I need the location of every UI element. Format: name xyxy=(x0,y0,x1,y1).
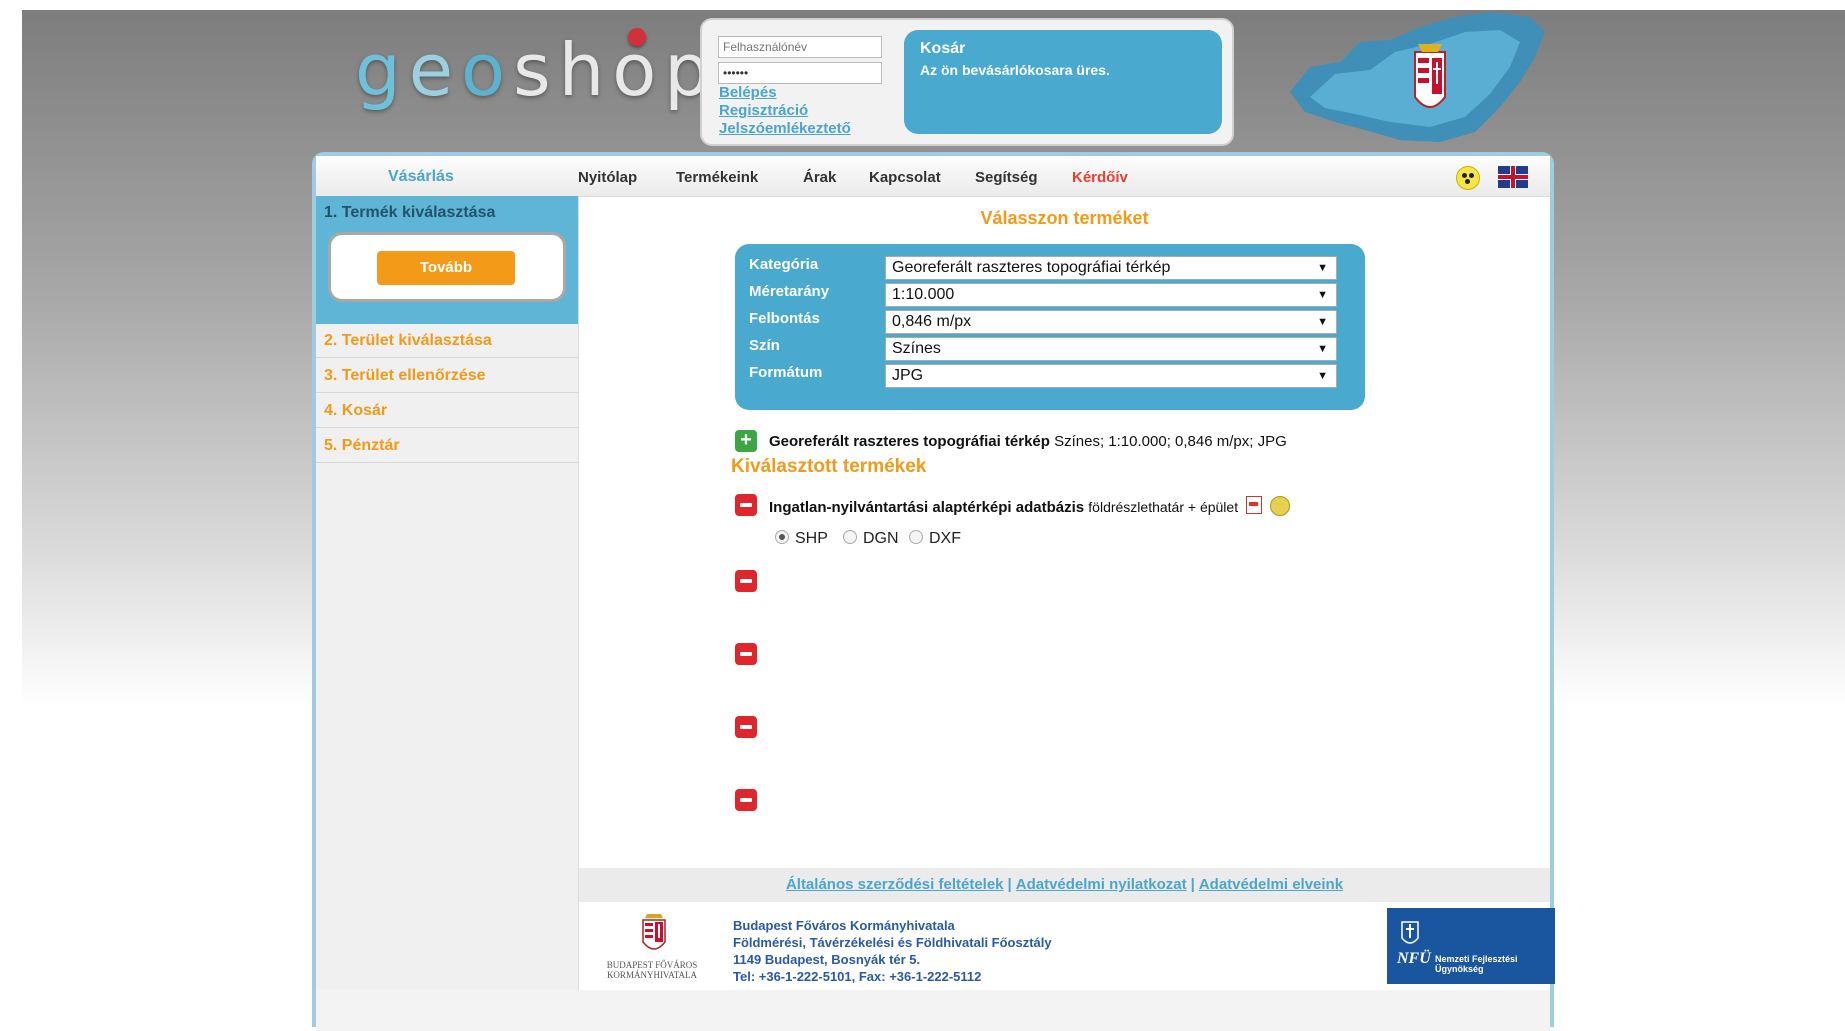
selected-products-title: Kiválasztott termékek xyxy=(731,456,927,477)
format-dgn-label: DGN xyxy=(863,530,899,547)
nav-questionnaire[interactable]: Kérdőív xyxy=(1072,169,1128,186)
step-1-panel: Tovább xyxy=(328,232,566,302)
privacy-statement-link[interactable]: Adatvédelmi nyilatkozat xyxy=(1016,876,1187,893)
cart-title: Kosár xyxy=(920,40,966,57)
radio-selected-icon xyxy=(775,530,789,544)
bottom-strip xyxy=(316,990,1550,1031)
format-radio-shp[interactable]: SHP xyxy=(775,530,828,548)
footer-info: BUDAPEST FŐVÁROS KORMÁNYHIVATALA Budapes… xyxy=(579,902,1555,991)
scale-select[interactable]: 1:10.000 ▼ xyxy=(885,283,1337,307)
radio-icon xyxy=(843,530,857,544)
coat-of-arms-icon xyxy=(642,914,666,950)
next-button[interactable]: Tovább xyxy=(377,251,515,285)
category-select[interactable]: Georeferált raszteres topográfiai térkép… xyxy=(885,256,1337,280)
remove-product-button[interactable] xyxy=(735,716,757,738)
footer-links: Általános szerződési feltételek | Adatvéde… xyxy=(579,868,1550,902)
candidate-product: Georeferált raszteres topográfiai térkép… xyxy=(769,433,1287,450)
remove-product-button[interactable] xyxy=(735,789,757,811)
color-label: Szín xyxy=(749,337,780,354)
selected-product-name: Ingatlan-nyilvántartási alaptérképi adat… xyxy=(769,499,1085,516)
remove-product-button[interactable] xyxy=(735,570,757,592)
step-4-cart[interactable]: 4. Kosár xyxy=(316,394,578,428)
steps-sidebar: 1. Termék kiválasztása Tovább 2. Terület… xyxy=(316,196,579,1024)
format-select[interactable]: JPG ▼ xyxy=(885,364,1337,388)
coat-of-arms-icon xyxy=(1414,44,1446,108)
login-link[interactable]: Belépés xyxy=(719,84,777,101)
uk-flag-icon[interactable] xyxy=(1498,166,1528,188)
password-reminder-link[interactable]: Jelszóemlékeztető xyxy=(719,120,851,137)
crest-caption: BUDAPEST FŐVÁROS KORMÁNYHIVATALA xyxy=(606,960,698,980)
page-title: Válasszon terméket xyxy=(980,208,1149,228)
nav-help[interactable]: Segítség xyxy=(975,169,1038,186)
org-phone: Tel: +36-1-222-5101, Fax: +36-1-222-5112 xyxy=(733,969,982,984)
dropdown-arrow-icon: ▼ xyxy=(1317,262,1328,274)
main-frame: Vásárlás Nyitólap Termékeink Árak Kapcso… xyxy=(312,152,1555,1031)
info-icon[interactable] xyxy=(1270,496,1291,516)
nfu-mark: NFÜ xyxy=(1397,950,1431,967)
dropdown-arrow-icon: ▼ xyxy=(1317,370,1328,382)
format-radio-dxf[interactable]: DXF xyxy=(909,530,961,548)
remove-product-button[interactable] xyxy=(735,643,757,665)
resolution-select[interactable]: 0,846 m/px ▼ xyxy=(885,310,1337,334)
format-radio-dgn[interactable]: DGN xyxy=(843,530,899,548)
format-label: Formátum xyxy=(749,364,823,381)
nfu-caption: Nemzeti Fejlesztési Ügynökség xyxy=(1435,954,1518,974)
format-shp-label: SHP xyxy=(795,530,828,547)
color-value: Színes xyxy=(892,340,941,357)
resolution-label: Felbontás xyxy=(749,310,820,327)
dropdown-arrow-icon: ▼ xyxy=(1317,289,1328,301)
product-content: Válasszon terméket Kategória Georeferált… xyxy=(579,196,1550,876)
dropdown-arrow-icon: ▼ xyxy=(1317,316,1328,328)
map-pin-icon xyxy=(628,28,646,46)
format-dxf-label: DXF xyxy=(929,530,961,547)
nfu-logo[interactable]: NFÜ Nemzeti Fejlesztési Ügynökség xyxy=(1387,908,1555,984)
hungary-map-icon xyxy=(1290,12,1545,142)
selected-product: Ingatlan-nyilvántartási alaptérképi adat… xyxy=(769,496,1291,516)
nav-prices[interactable]: Árak xyxy=(803,169,836,186)
category-label: Kategória xyxy=(749,256,819,273)
add-product-button[interactable]: + xyxy=(735,430,757,452)
org-address: 1149 Budapest, Bosnyák tér 5. xyxy=(733,952,921,967)
org-name: Budapest Főváros Kormányhivatala xyxy=(733,918,955,933)
dropdown-arrow-icon: ▼ xyxy=(1317,343,1328,355)
pdf-icon[interactable] xyxy=(1246,496,1263,514)
product-selector-panel: Kategória Georeferált raszteres topográf… xyxy=(735,244,1365,410)
username-input[interactable] xyxy=(718,36,882,58)
privacy-principles-link[interactable]: Adatvédelmi elveink xyxy=(1199,876,1343,893)
category-value: Georeferált raszteres topográfiai térkép xyxy=(892,259,1171,276)
register-link[interactable]: Regisztráció xyxy=(719,102,808,119)
step-2-area-select[interactable]: 2. Terület kiválasztása xyxy=(316,324,578,358)
candidate-product-details: Színes; 1:10.000; 0,846 m/px; JPG xyxy=(1054,433,1287,450)
step-3-area-check[interactable]: 3. Terület ellenőrzése xyxy=(316,359,578,393)
color-select[interactable]: Színes ▼ xyxy=(885,337,1337,361)
geoshop-logo[interactable]: geoshop xyxy=(355,28,718,112)
step-5-checkout[interactable]: 5. Pénztár xyxy=(316,429,578,463)
accessibility-icon[interactable] xyxy=(1456,166,1480,190)
format-value: JPG xyxy=(892,367,924,384)
top-navbar: Vásárlás Nyitólap Termékeink Árak Kapcso… xyxy=(316,156,1550,197)
scale-value: 1:10.000 xyxy=(892,286,955,303)
nav-products[interactable]: Termékeink xyxy=(676,169,758,186)
resolution-value: 0,846 m/px xyxy=(892,313,972,330)
nav-home[interactable]: Nyitólap xyxy=(578,169,637,186)
login-panel: Belépés Regisztráció Jelszóemlékeztető K… xyxy=(700,18,1234,146)
step-1-active: 1. Termék kiválasztása Tovább xyxy=(316,196,578,324)
nfu-crest-icon xyxy=(1401,921,1419,944)
footer-separator: | xyxy=(1007,876,1012,893)
step-1-label: 1. Termék kiválasztása xyxy=(324,204,496,221)
candidate-product-name: Georeferált raszteres topográfiai térkép xyxy=(769,433,1050,450)
selected-product-details: földrészlethatár + épület xyxy=(1088,499,1239,515)
org-department: Földmérési, Távérzékelési és Földhivatal… xyxy=(733,935,1052,950)
cart-panel: Kosár Az ön bevásárlókosara üres. xyxy=(904,30,1222,134)
password-input[interactable] xyxy=(718,62,882,84)
cart-status: Az ön bevásárlókosara üres. xyxy=(920,62,1110,78)
footer-separator: | xyxy=(1190,876,1195,893)
nav-section-label: Vásárlás xyxy=(388,168,454,185)
terms-link[interactable]: Általános szerződési feltételek xyxy=(786,876,1004,893)
nav-contact[interactable]: Kapcsolat xyxy=(869,169,941,186)
radio-icon xyxy=(909,530,923,544)
scale-label: Méretarány xyxy=(749,283,830,300)
remove-product-button[interactable] xyxy=(735,494,757,516)
